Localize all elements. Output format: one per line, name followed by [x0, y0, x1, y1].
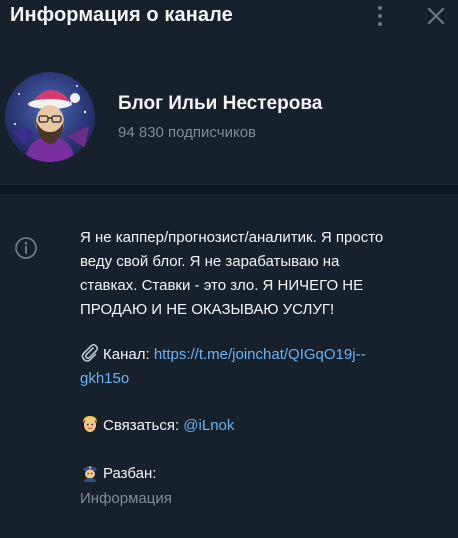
description-line: Я не каппер/прогнозист/аналитик. Я прост…	[80, 229, 384, 246]
avatar[interactable]	[5, 72, 95, 162]
channel-profile: Блог Ильи Нестерова 94 830 подписчиков	[0, 60, 458, 170]
description-line: ставках. Ставки - это зло. Я НИЧЕГО НЕ	[80, 277, 364, 294]
contact-label: Связаться:	[103, 417, 180, 434]
paperclip-icon	[80, 343, 100, 363]
unban-label: Разбан:	[103, 465, 157, 482]
contact-row: Связаться: @iLnok	[80, 414, 440, 438]
info-caption: Информация	[80, 490, 172, 507]
contact-username-link[interactable]: @iLnok	[183, 417, 234, 434]
window-header: Информация о канале	[0, 0, 458, 34]
page-title: Информация о канале	[10, 4, 233, 26]
person-face-icon	[80, 414, 100, 434]
section-divider	[0, 184, 458, 194]
channel-name: Блог Ильи Нестерова	[118, 93, 323, 114]
close-icon[interactable]	[424, 4, 448, 28]
channel-label: Канал:	[103, 346, 150, 363]
channel-description: Я не каппер/прогнозист/аналитик. Я прост…	[80, 226, 440, 322]
unban-row: Разбан:	[80, 462, 440, 486]
description-line: веду свой блог. Я не зарабатываю на	[80, 253, 340, 270]
more-vertical-icon[interactable]	[370, 4, 390, 28]
info-icon	[14, 236, 38, 260]
police-officer-icon	[80, 462, 100, 482]
channel-info: Я не каппер/прогнозист/аналитик. Я прост…	[0, 194, 458, 538]
channel-link-row: Канал: https://t.me/joinchat/QIGqO19j-- …	[80, 343, 440, 391]
description-line: ПРОДАЮ И НЕ ОКАЗЫВАЮ УСЛУГ!	[80, 301, 335, 318]
channel-invite-link-continued[interactable]: gkh15o	[80, 370, 129, 387]
subscriber-count: 94 830 подписчиков	[118, 124, 257, 141]
channel-invite-link[interactable]: https://t.me/joinchat/QIGqO19j--	[154, 346, 366, 363]
